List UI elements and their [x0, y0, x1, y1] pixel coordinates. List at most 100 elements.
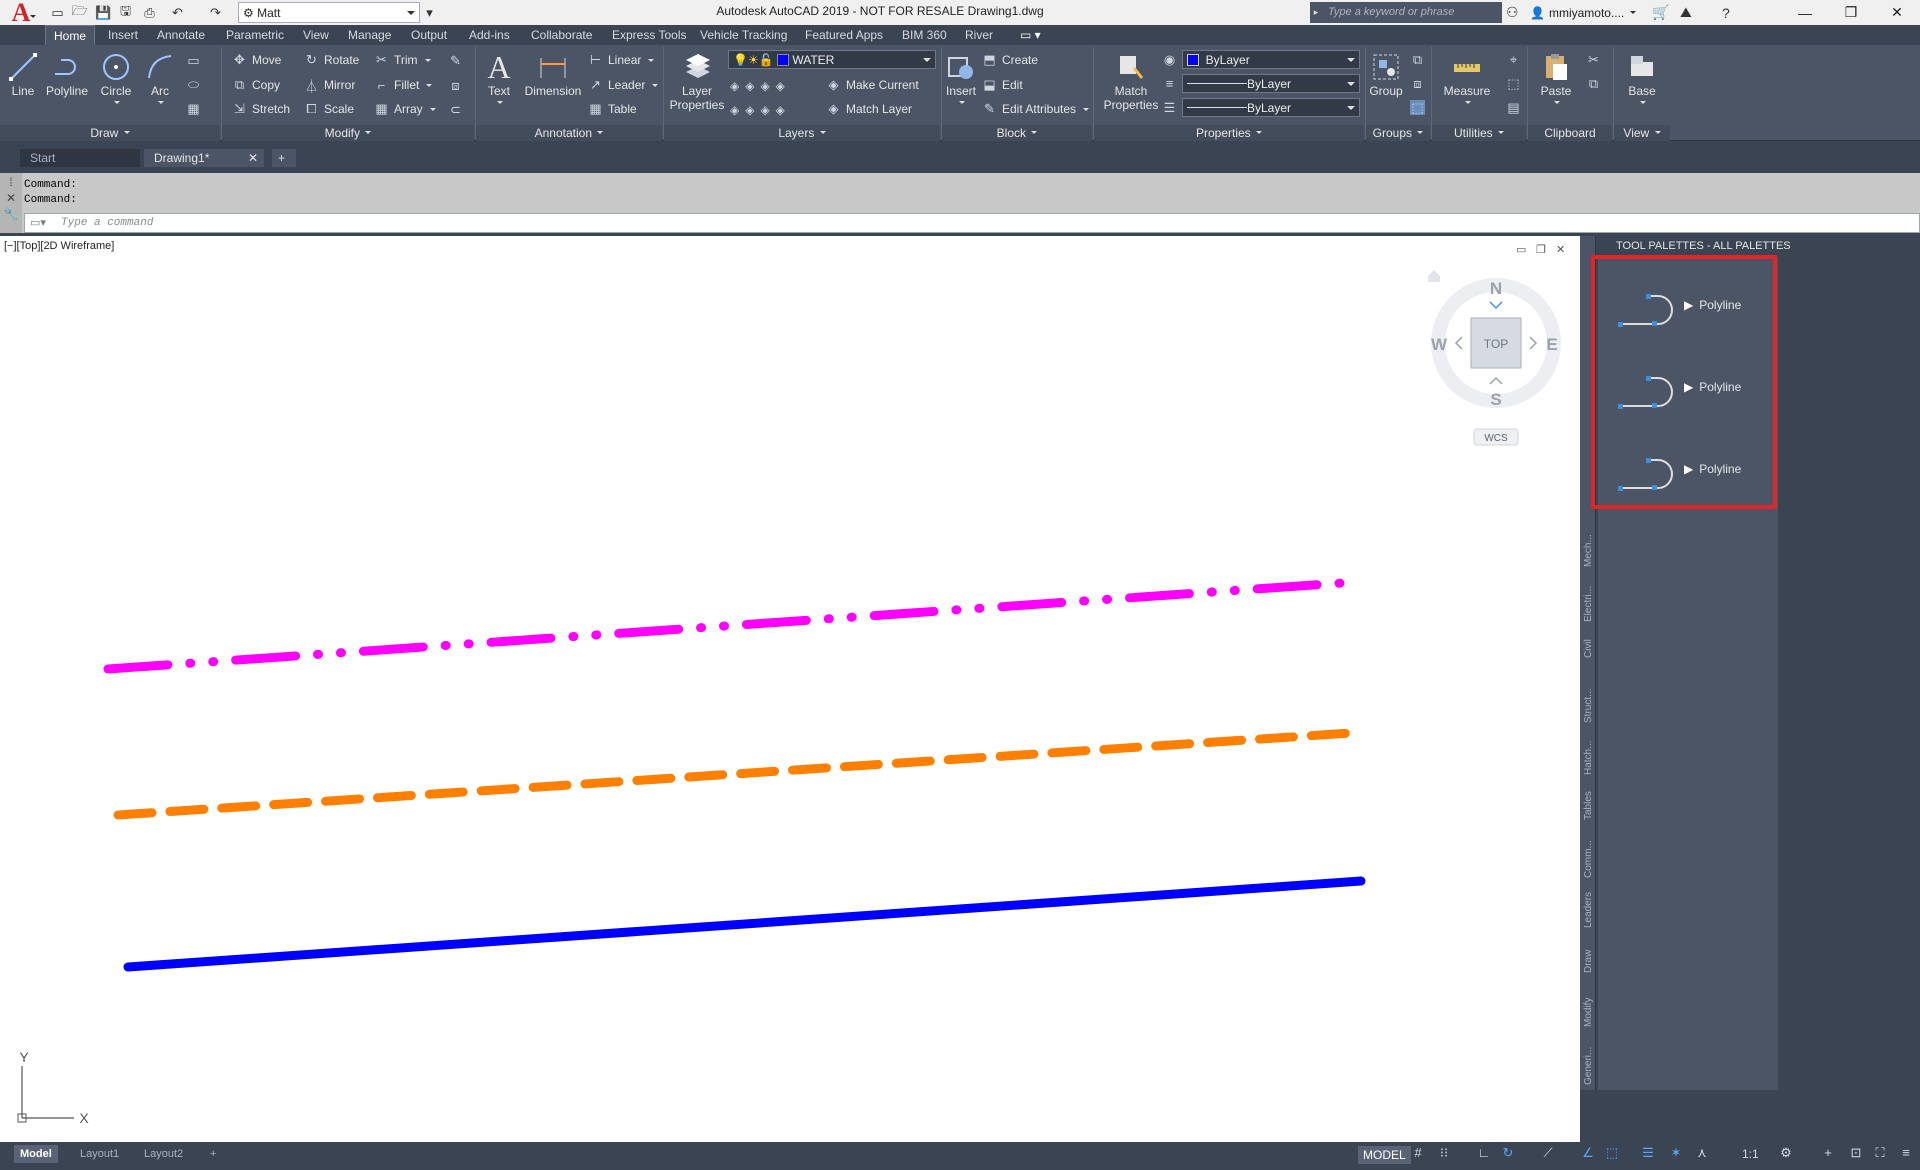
new-tab-button[interactable]: + [272, 149, 296, 167]
copy-button[interactable]: ⧉ Copy [232, 76, 280, 94]
wrench-icon[interactable]: 🔧 [4, 207, 19, 221]
workspace-dropdown[interactable]: ⚙ Matt [238, 2, 420, 23]
compass-south[interactable]: S [1490, 390, 1501, 409]
grid-icon[interactable]: # [1410, 1145, 1426, 1163]
circle-button[interactable]: Circle [96, 50, 136, 107]
palette-tab-command[interactable]: Comm... [1583, 836, 1597, 882]
properties-panel-title[interactable]: Properties [1094, 125, 1364, 141]
polyline-continuous[interactable] [123, 876, 1366, 972]
command-window-handle[interactable]: ⁞ ✕ 🔧 [0, 173, 22, 233]
tab-collaborate[interactable]: Collaborate [531, 25, 592, 45]
palette-tab-electrical[interactable]: Electri... [1583, 584, 1597, 624]
annotation-scale[interactable]: 1:1 [1742, 1147, 1759, 1161]
trim-button[interactable]: ✂ Trim [374, 51, 431, 69]
group-select-icon[interactable]: ⬚ [1410, 100, 1425, 115]
palette-tab-tables[interactable]: Tables [1583, 788, 1597, 824]
polar-tracking-icon[interactable]: ↻ [1500, 1145, 1516, 1163]
user-account[interactable]: 👤 mmiyamoto.... [1530, 2, 1637, 23]
ortho-icon[interactable]: ∟ [1476, 1145, 1492, 1163]
group-button[interactable]: Group [1366, 50, 1406, 98]
application-menu-button[interactable]: A [2, 0, 40, 27]
viewcube-arrow-down-icon[interactable] [1489, 301, 1503, 310]
block-panel-title[interactable]: Block [942, 125, 1092, 141]
quick-select-icon[interactable]: ⌖ [1506, 52, 1521, 67]
arc-button[interactable]: Arc [142, 50, 178, 107]
annotation-monitor-icon[interactable]: + [1820, 1145, 1836, 1163]
stretch-button[interactable]: ⇲ Stretch [232, 100, 290, 118]
calculator-icon[interactable]: ▤ [1506, 100, 1521, 115]
select-all-icon[interactable]: ⬚ [1506, 76, 1521, 91]
home-icon[interactable] [1428, 270, 1440, 282]
tab-start[interactable]: Start [20, 149, 140, 167]
palette-tab-structural[interactable]: Struct... [1583, 684, 1597, 728]
tab-vehicle-tracking[interactable]: Vehicle Tracking [700, 25, 787, 45]
edit-block-button[interactable]: ⬓ Edit [982, 76, 1022, 94]
create-block-button[interactable]: ⬒ Create [982, 51, 1038, 69]
tab-manage[interactable]: Manage [348, 25, 391, 45]
linetype-dropdown[interactable]: ByLayer [1182, 74, 1360, 93]
ribbon-minimize-icon[interactable]: ▭ ▾ [1020, 25, 1041, 45]
polyline-button[interactable]: Polyline [42, 50, 92, 98]
tab-home[interactable]: Home [45, 25, 96, 45]
lineweight-toggle-icon[interactable]: ☰ [1640, 1145, 1656, 1163]
modify-panel-title[interactable]: Modify [222, 125, 474, 141]
undo-icon[interactable]: ↶ [168, 3, 187, 22]
layer-properties-button[interactable]: Layer Properties [666, 50, 728, 112]
binoculars-icon[interactable]: ⚇ [1506, 2, 1519, 23]
tab-output[interactable]: Output [411, 25, 447, 45]
color-dropdown[interactable]: ByLayer [1182, 50, 1360, 69]
insert-button[interactable]: Insert [944, 50, 978, 107]
lineweight-dropdown[interactable]: ByLayer [1182, 98, 1360, 117]
save-as-icon[interactable]: 🖫 [116, 3, 135, 22]
add-layout-button[interactable]: + [204, 1145, 222, 1163]
layout-tab-layout1[interactable]: Layout1 [74, 1145, 125, 1163]
close-button[interactable]: ✕ [1874, 0, 1920, 25]
tab-add-ins[interactable]: Add-ins [469, 25, 510, 45]
view-panel-title[interactable]: View [1614, 125, 1670, 141]
paste-button[interactable]: Paste [1534, 50, 1578, 107]
linear-button[interactable]: ⊢ Linear [588, 51, 655, 69]
print-icon[interactable]: ⎙ [140, 3, 159, 22]
help-icon[interactable]: ? [1722, 2, 1730, 23]
layer-dropdown[interactable]: 💡☀🔓 WATER [728, 50, 936, 69]
viewcube[interactable]: TOP N S E W WCS [1428, 270, 1561, 446]
color-wheel-icon[interactable]: ◉ [1162, 52, 1177, 67]
layer-tools-2-icon[interactable]: ◈◈◈◈ [730, 102, 830, 117]
tab-express-tools[interactable]: Express Tools [612, 25, 686, 45]
layout-tab-model[interactable]: Model [14, 1145, 58, 1163]
help-search-input[interactable]: Type a keyword or phrase [1322, 2, 1502, 23]
palette-tab-generic[interactable]: Generi... [1583, 1042, 1597, 1090]
clean-screen-icon[interactable]: ⛶ [1872, 1145, 1888, 1163]
compass-east[interactable]: E [1546, 335, 1557, 354]
palette-tab-civil[interactable]: Civil [1583, 634, 1597, 664]
array-button[interactable]: ▦ Array [374, 100, 436, 118]
close-tab-icon[interactable]: ✕ [248, 149, 258, 167]
new-file-icon[interactable]: ▭ [48, 3, 67, 22]
cut-icon[interactable]: ✂ [1586, 52, 1601, 67]
tab-featured-apps[interactable]: Featured Apps [805, 25, 883, 45]
model-space-toggle[interactable]: MODEL [1358, 1146, 1411, 1164]
groups-panel-title[interactable]: Groups [1366, 125, 1430, 141]
ellipse-icon[interactable]: ⬭ [186, 77, 201, 92]
clipboard-panel-title[interactable]: Clipboard [1528, 125, 1612, 141]
rectangle-icon[interactable]: ▭ [186, 53, 201, 68]
palette-tab-leaders[interactable]: Leaders [1583, 890, 1597, 930]
viewcube-arrow-right-icon[interactable] [1529, 336, 1538, 350]
copy-clip-icon[interactable]: ⧉ [1586, 76, 1601, 91]
close-icon[interactable]: ✕ [6, 191, 16, 205]
tab-view[interactable]: View [303, 25, 329, 45]
explode-icon[interactable]: ⧈ [448, 78, 463, 93]
compass-west[interactable]: W [1431, 335, 1448, 354]
isodraft-icon[interactable]: ⟋ [1540, 1145, 1556, 1163]
minimize-button[interactable]: — [1782, 0, 1828, 25]
workspace-gear-icon[interactable]: ⚙ [1778, 1145, 1794, 1163]
cart-icon[interactable]: 🛒 [1652, 2, 1669, 23]
command-input[interactable]: Type a command [24, 213, 1920, 233]
move-button[interactable]: ✥ Move [232, 51, 281, 69]
customize-menu-icon[interactable]: ≡ [1898, 1145, 1914, 1163]
save-icon[interactable]: 💾 [94, 3, 113, 22]
tab-river[interactable]: River [965, 25, 993, 45]
search-expand-icon[interactable]: ▸ [1310, 2, 1322, 23]
polyline-dashed[interactable] [113, 728, 1356, 820]
annotation-visibility-icon[interactable]: ✶ [1668, 1145, 1684, 1163]
